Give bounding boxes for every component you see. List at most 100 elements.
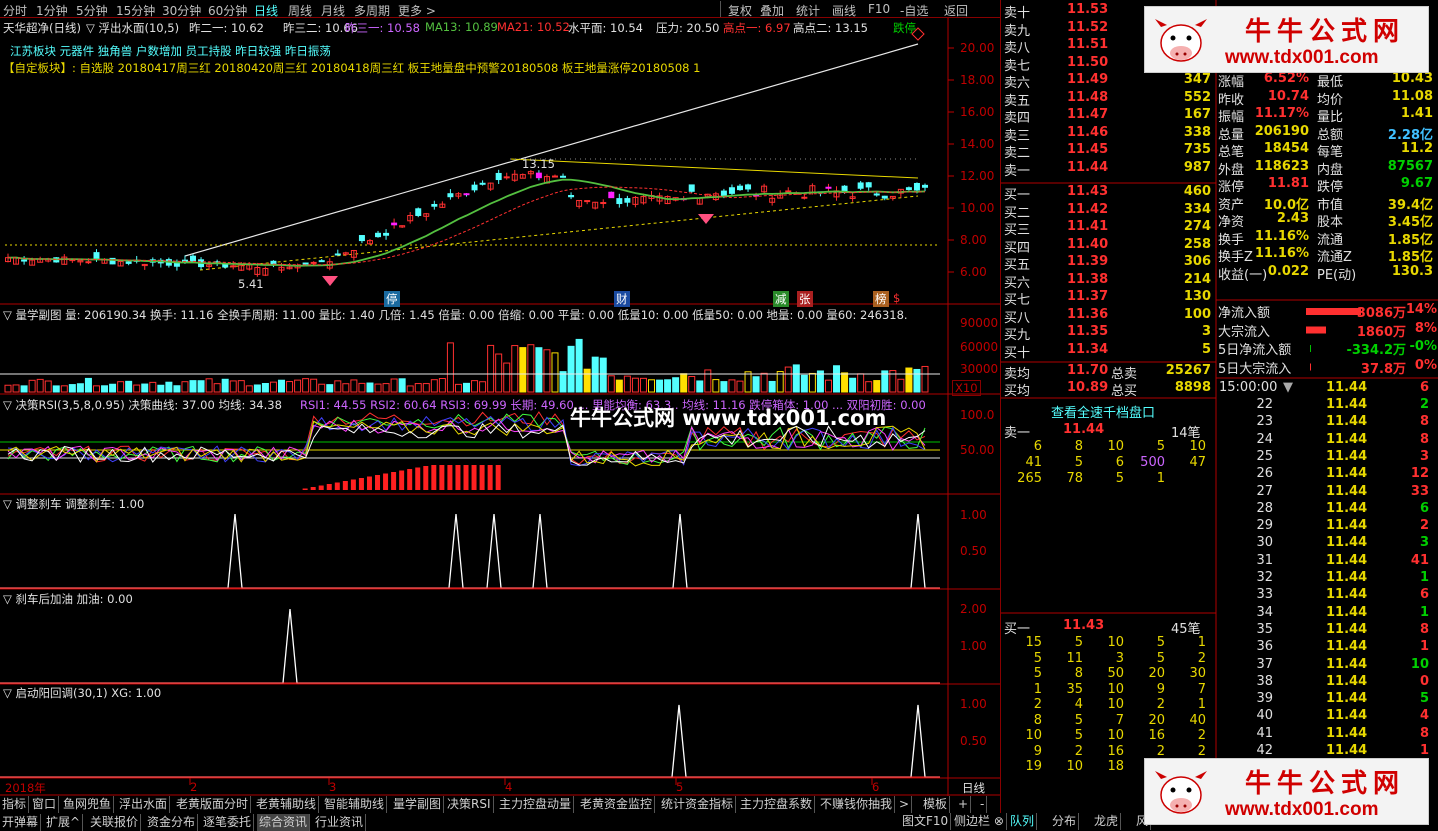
- sell-price: 11.44: [1067, 159, 1109, 175]
- tab-fund-distribution[interactable]: 资金分布: [145, 814, 199, 831]
- tab-rsi[interactable]: 决策RSI: [445, 796, 494, 813]
- logo-url: www.tdx001.com: [1225, 47, 1379, 68]
- event-tag[interactable]: 张: [797, 291, 813, 307]
- sell-volume: 735: [1183, 142, 1211, 157]
- danmaku-toggle[interactable]: 开弹幕: [0, 814, 42, 831]
- tick-marker-icon: ▼: [1283, 380, 1293, 395]
- tab-smart-aux[interactable]: 智能辅助线: [322, 796, 388, 813]
- tab-laohuang-intraday[interactable]: 老黄版面分时: [174, 796, 252, 813]
- tab-indicator[interactable]: 指标: [0, 796, 30, 813]
- volume-bar: [117, 381, 125, 393]
- candle-body: [479, 182, 486, 185]
- rsi-bar: [479, 465, 485, 490]
- queue-order-size: 3: [1115, 650, 1124, 666]
- buy-level-label: 买八: [1004, 310, 1031, 326]
- quote-label: 量比: [1317, 110, 1344, 125]
- queue-order-size: 19: [1025, 759, 1042, 774]
- tab-surface[interactable]: 浮出水面: [117, 796, 171, 813]
- quote-value: 3.45亿: [1387, 215, 1433, 230]
- volume-bar: [350, 379, 358, 393]
- event-tag[interactable]: 榜: [873, 291, 889, 307]
- tick-volume: 2: [1419, 518, 1429, 534]
- event-tag[interactable]: 停: [384, 291, 400, 307]
- tab-remove[interactable]: -: [978, 796, 988, 813]
- tick-price: 11.44: [1326, 380, 1368, 395]
- tab-order-detail[interactable]: 逐笔委托: [201, 814, 255, 831]
- tab-related-quote[interactable]: 关联报价: [88, 814, 142, 831]
- volume-bar: [487, 344, 495, 393]
- quote-value: 10.0亿: [1263, 197, 1309, 213]
- tab-volume-sub[interactable]: 量学副图: [391, 796, 445, 813]
- event-tag[interactable]: 财: [614, 291, 630, 307]
- tab-add[interactable]: +: [956, 796, 972, 813]
- tick-volume: 41: [1410, 552, 1429, 568]
- tab-main-control[interactable]: 主力控盘动量: [497, 796, 575, 813]
- queue-order-size: 8: [1074, 666, 1083, 681]
- buy-level-label: 买五: [1004, 258, 1031, 273]
- candle-body: [825, 186, 832, 189]
- quote-label: 均价: [1317, 92, 1344, 108]
- tab-fund-monitor[interactable]: 老黄资金监控: [578, 796, 656, 813]
- queue-order-size: 9: [1156, 681, 1165, 697]
- resistance-line: [509, 158, 919, 179]
- avg-buy-price: 10.89: [1067, 380, 1109, 395]
- quote-value: 10.43: [1391, 71, 1433, 86]
- tab-distribution[interactable]: 分布: [1050, 813, 1080, 830]
- tab-window[interactable]: 窗口: [30, 796, 60, 813]
- expand-toggle[interactable]: 扩展^: [44, 814, 84, 831]
- tab-template[interactable]: 模板: [921, 796, 951, 813]
- tab-control-coef[interactable]: 主力控盘系数: [738, 796, 816, 813]
- volume-bar: [414, 383, 422, 393]
- volume-bar: [897, 378, 905, 393]
- signal-spike-line: [0, 704, 940, 778]
- sell-price: 11.45: [1067, 142, 1109, 157]
- tick-volume: 0: [1419, 673, 1429, 689]
- quote-label: 最低: [1317, 75, 1344, 90]
- volume-bar: [680, 373, 688, 393]
- volume-bar: [422, 383, 430, 393]
- y-axis-label: 1.00: [960, 508, 987, 522]
- tab-news[interactable]: 综合资讯: [257, 814, 311, 831]
- buy-volume: 5: [1201, 341, 1211, 357]
- buy-volume: 100: [1183, 306, 1211, 322]
- volume-bar: [768, 380, 776, 393]
- thousand-depth-button[interactable]: 查看全速千档盘口: [1051, 402, 1155, 421]
- tab-longhu[interactable]: 龙虎: [1092, 813, 1122, 830]
- quote-value: 118623: [1254, 158, 1309, 174]
- volume-bar: [551, 352, 559, 393]
- volume-bar: [101, 385, 109, 393]
- queue-order-size: 5: [1115, 471, 1124, 486]
- y-axis-label: 20.00: [960, 41, 995, 55]
- sell-volume: 338: [1183, 124, 1211, 140]
- tab-queue[interactable]: 队列: [1008, 813, 1038, 830]
- queue-order-size: 10: [1107, 635, 1124, 650]
- tab-laohuang-aux[interactable]: 老黄辅助线: [254, 796, 320, 813]
- tab-f10[interactable]: 图文F10: [900, 813, 952, 830]
- period-indicator[interactable]: 日线: [962, 780, 985, 796]
- buy-volume: 3: [1201, 324, 1211, 339]
- volume-bar: [495, 353, 503, 393]
- tab-industry-news[interactable]: 行业资讯: [313, 814, 367, 831]
- tick-time: 40: [1256, 708, 1273, 724]
- tab-scroll-right[interactable]: >: [897, 796, 913, 813]
- tab-custom[interactable]: 不赚钱你抽我: [818, 796, 896, 813]
- tick-volume: 8: [1419, 414, 1429, 430]
- sell-price: 11.47: [1067, 107, 1109, 122]
- event-tag[interactable]: $: [893, 291, 900, 305]
- tick-time: 15:00:00: [1219, 380, 1278, 395]
- tab-fund-stats[interactable]: 统计资金指标: [659, 796, 737, 813]
- formula-name[interactable]: ▽ 浮出水面(10,5): [86, 20, 179, 36]
- volume-bar: [406, 385, 414, 393]
- y-axis-label: 10.00: [960, 201, 995, 215]
- queue-order-size: 10: [1189, 439, 1206, 454]
- tick-price: 11.44: [1326, 448, 1368, 464]
- watermark-text: 牛牛公式网 www.tdx001.com: [570, 406, 887, 430]
- volume-bar: [36, 378, 44, 393]
- tab-fishnet[interactable]: 鱼网兜鱼: [61, 796, 115, 813]
- sell-price: 11.52: [1067, 19, 1109, 35]
- signal-spike-line: [0, 608, 940, 684]
- tab-sidebar[interactable]: 侧边栏 ⊗: [952, 813, 1007, 830]
- tick-volume: 8: [1419, 725, 1429, 741]
- candle-body: [608, 191, 615, 199]
- event-tag[interactable]: 减: [773, 291, 789, 307]
